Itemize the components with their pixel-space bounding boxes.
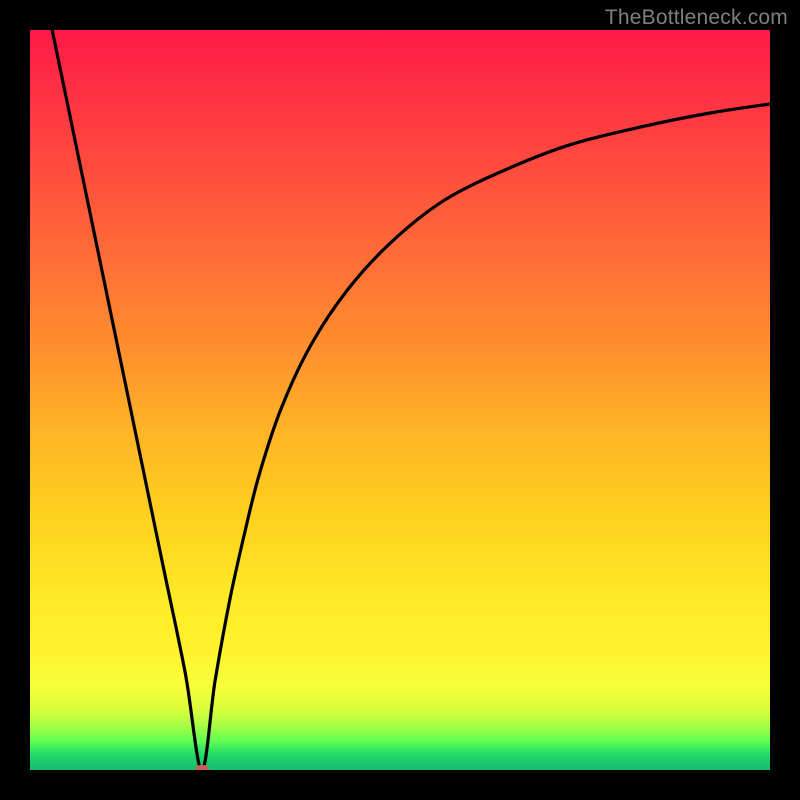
curve-svg <box>30 30 770 770</box>
chart-frame: TheBottleneck.com <box>0 0 800 800</box>
bottleneck-curve <box>52 30 770 770</box>
watermark-text: TheBottleneck.com <box>605 6 788 30</box>
plot-area <box>30 30 770 770</box>
minimum-marker <box>195 765 209 770</box>
